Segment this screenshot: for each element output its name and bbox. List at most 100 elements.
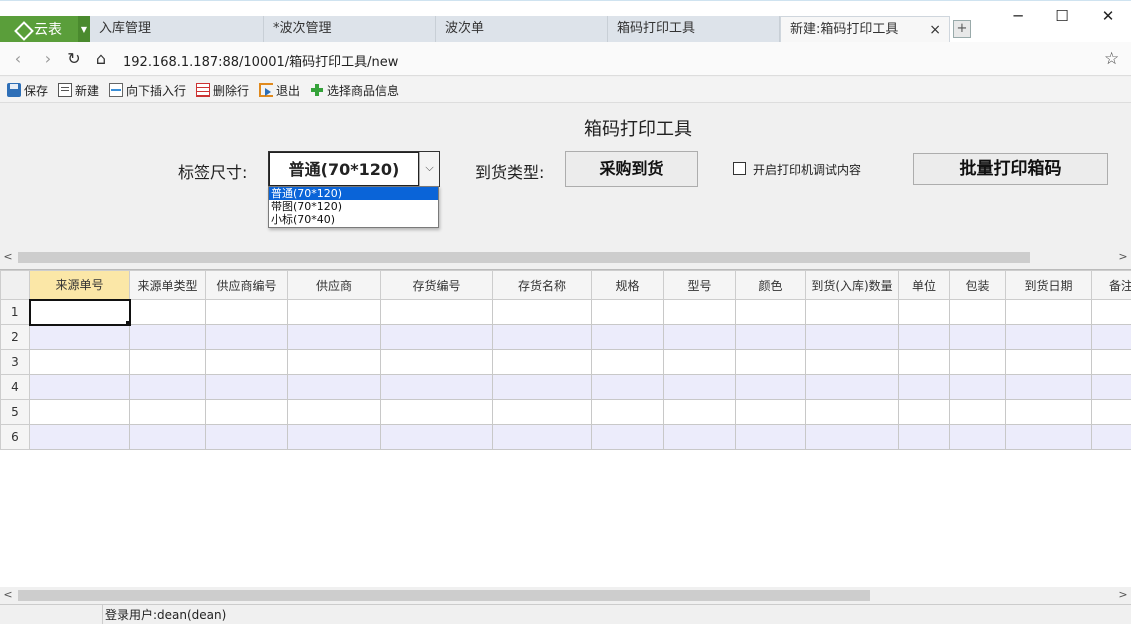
grid-cell[interactable] <box>1005 324 1092 350</box>
column-header[interactable]: 颜色 <box>735 270 806 300</box>
grid-cell[interactable] <box>380 299 493 325</box>
grid-cell[interactable] <box>205 424 288 450</box>
grid-cell[interactable] <box>1091 324 1131 350</box>
column-header[interactable]: 存货名称 <box>492 270 592 300</box>
column-header[interactable]: 包装 <box>949 270 1006 300</box>
grid-cell[interactable] <box>29 324 130 350</box>
row-number[interactable]: 2 <box>0 324 30 350</box>
grid-cell[interactable] <box>1091 349 1131 375</box>
minimize-icon[interactable]: ─ <box>1008 7 1028 25</box>
grid-corner[interactable] <box>0 270 30 300</box>
grid-cell[interactable] <box>129 299 206 325</box>
insert-row-below-button[interactable]: 向下插入行 <box>109 82 186 98</box>
grid-cell[interactable] <box>735 299 806 325</box>
tab-inbound-management[interactable]: 入库管理 <box>90 16 264 42</box>
brand-menu[interactable]: 云表 ▼ <box>0 16 90 42</box>
forward-icon[interactable]: › <box>38 49 58 68</box>
grid-cell[interactable] <box>805 324 899 350</box>
column-header[interactable]: 到货(入库)数量 <box>805 270 899 300</box>
grid-cell[interactable] <box>287 399 381 425</box>
row-number[interactable]: 5 <box>0 399 30 425</box>
label-size-option[interactable]: 带图(70*120) <box>269 200 438 213</box>
grid-cell[interactable] <box>1005 349 1092 375</box>
exit-button[interactable]: 退出 <box>259 82 300 98</box>
grid-cell[interactable] <box>129 324 206 350</box>
grid-cell[interactable] <box>1005 299 1092 325</box>
grid-cell[interactable] <box>205 399 288 425</box>
grid-cell[interactable] <box>380 374 493 400</box>
scroll-left-icon[interactable]: < <box>0 249 16 265</box>
scrollbar-thumb[interactable] <box>18 590 870 601</box>
grid-cell[interactable] <box>735 324 806 350</box>
grid-cell[interactable] <box>591 374 664 400</box>
top-horizontal-scrollbar[interactable]: < > <box>0 249 1131 265</box>
arrival-type-button[interactable]: 采购到货 <box>565 151 698 187</box>
grid-cell[interactable] <box>29 399 130 425</box>
grid-cell[interactable] <box>591 424 664 450</box>
grid-cell[interactable] <box>287 374 381 400</box>
grid-cell[interactable] <box>492 299 592 325</box>
row-number[interactable]: 3 <box>0 349 30 375</box>
grid-cell[interactable] <box>380 324 493 350</box>
grid-cell[interactable] <box>805 374 899 400</box>
scroll-right-icon[interactable]: > <box>1115 249 1131 265</box>
grid-cell[interactable] <box>1005 374 1092 400</box>
tab-wave-order[interactable]: 波次单 <box>436 16 608 42</box>
grid-cell[interactable] <box>735 349 806 375</box>
grid-cell[interactable] <box>287 299 381 325</box>
grid-cell[interactable] <box>805 299 899 325</box>
column-header[interactable]: 备注 <box>1091 270 1131 300</box>
column-header[interactable]: 到货日期 <box>1005 270 1092 300</box>
grid-cell[interactable] <box>663 349 736 375</box>
row-number[interactable]: 1 <box>0 299 30 325</box>
fill-handle[interactable] <box>126 321 131 326</box>
new-tab-button[interactable]: + <box>953 20 971 38</box>
grid-cell[interactable] <box>1005 399 1092 425</box>
delete-row-button[interactable]: 删除行 <box>196 82 249 98</box>
grid-cell[interactable] <box>805 349 899 375</box>
tab-box-code-print-tool[interactable]: 箱码打印工具 <box>608 16 780 42</box>
grid-cell[interactable] <box>380 349 493 375</box>
column-header[interactable]: 供应商编号 <box>205 270 288 300</box>
home-icon[interactable]: ⌂ <box>91 49 111 68</box>
grid-cell[interactable] <box>205 324 288 350</box>
column-header[interactable]: 存货编号 <box>380 270 493 300</box>
grid-cell[interactable] <box>591 324 664 350</box>
grid-cell[interactable] <box>949 424 1006 450</box>
grid-cell[interactable] <box>735 374 806 400</box>
grid-cell[interactable] <box>735 399 806 425</box>
grid-cell[interactable] <box>898 374 950 400</box>
grid-cell[interactable] <box>949 349 1006 375</box>
save-button[interactable]: 保存 <box>7 82 48 98</box>
grid-cell[interactable] <box>205 349 288 375</box>
scroll-left-icon[interactable]: < <box>0 587 16 603</box>
grid-cell[interactable] <box>28 298 131 326</box>
grid-cell[interactable] <box>1091 299 1131 325</box>
grid-cell[interactable] <box>663 399 736 425</box>
row-number[interactable]: 6 <box>0 424 30 450</box>
back-icon[interactable]: ‹ <box>8 49 28 68</box>
grid-cell[interactable] <box>29 349 130 375</box>
maximize-icon[interactable]: ☐ <box>1052 7 1072 25</box>
column-header[interactable]: 来源单号 <box>29 270 130 300</box>
url-field[interactable]: 192.168.1.187:88/10001/箱码打印工具/new <box>123 51 398 70</box>
grid-cell[interactable] <box>380 424 493 450</box>
grid-cell[interactable] <box>492 424 592 450</box>
scroll-right-icon[interactable]: > <box>1115 587 1131 603</box>
grid-cell[interactable] <box>492 374 592 400</box>
grid-cell[interactable] <box>805 399 899 425</box>
grid-cell[interactable] <box>29 424 130 450</box>
grid-cell[interactable] <box>898 299 950 325</box>
grid-cell[interactable] <box>949 399 1006 425</box>
column-header[interactable]: 来源单类型 <box>129 270 206 300</box>
grid-cell[interactable] <box>129 349 206 375</box>
chevron-down-icon[interactable]: ⌵ <box>419 152 439 186</box>
grid-cell[interactable] <box>949 374 1006 400</box>
grid-cell[interactable] <box>735 424 806 450</box>
scrollbar-thumb[interactable] <box>18 252 1030 263</box>
grid-cell[interactable] <box>898 399 950 425</box>
grid-cell[interactable] <box>287 349 381 375</box>
column-header[interactable]: 型号 <box>663 270 736 300</box>
grid-cell[interactable] <box>29 374 130 400</box>
label-size-option[interactable]: 小标(70*40) <box>269 213 438 226</box>
